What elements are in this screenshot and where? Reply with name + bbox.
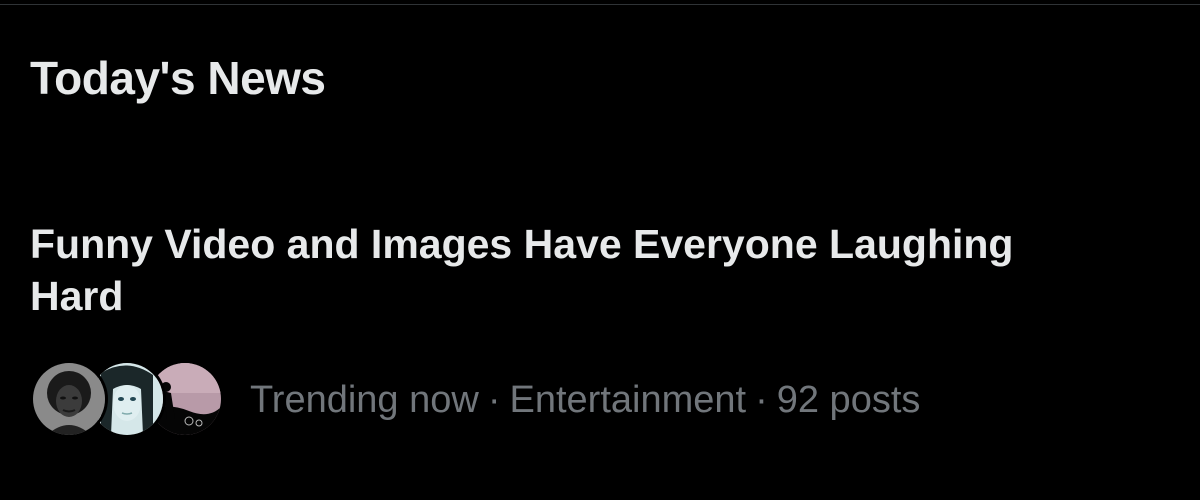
section-title: Today's News [30,52,326,104]
top-divider [0,4,1200,5]
meta-separator: · [487,379,501,421]
post-count: 92 posts [776,379,921,421]
story-headline[interactable]: Funny Video and Images Have Everyone Lau… [30,218,1030,322]
avatar [30,360,108,438]
trending-status: Trending now [250,379,479,421]
story-meta-text: Trending now · Entertainment · 92 posts [250,378,920,422]
news-story-card[interactable]: Funny Video and Images Have Everyone Lau… [0,200,1200,460]
avatar-stack [30,358,228,442]
category-label: Entertainment [509,379,747,421]
meta-separator: · [755,379,768,421]
portrait-avatar-image [33,363,105,435]
story-meta-row: Trending now · Entertainment · 92 posts [30,358,920,442]
